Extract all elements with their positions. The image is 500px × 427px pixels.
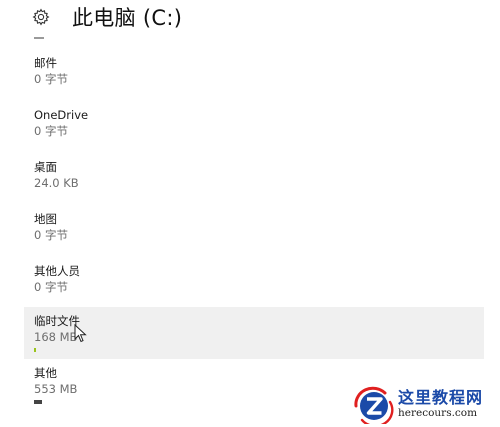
usage-bar	[34, 348, 234, 352]
item-size: 24.0 KB	[34, 176, 79, 190]
mouse-pointer-icon	[74, 324, 87, 343]
item-name: 其他人员	[34, 264, 80, 278]
item-size: 0 字节	[34, 228, 68, 242]
page-title: 此电脑 (C:)	[72, 6, 183, 30]
item-size: 0 字节	[34, 72, 68, 86]
item-name: OneDrive	[34, 108, 89, 122]
partial-usage-bar	[34, 37, 44, 39]
item-name: 临时文件	[34, 314, 80, 328]
watermark-url: herecours.com	[398, 406, 478, 419]
item-size: 168 MB	[34, 330, 78, 344]
item-size: 0 字节	[34, 280, 68, 294]
storage-item-onedrive[interactable]: OneDrive 0 字节	[24, 104, 484, 156]
usage-fill-other	[34, 400, 42, 404]
usage-bar	[34, 400, 234, 404]
storage-item-mail[interactable]: 邮件 0 字节	[24, 52, 484, 104]
storage-item-temp-files[interactable]: 临时文件 168 MB	[24, 307, 484, 359]
watermark-title: 这里教程网	[398, 387, 484, 407]
storage-page: 此电脑 (C:) 邮件 0 字节 OneDrive 0 字节 桌面 24.0 K…	[0, 0, 500, 427]
usage-fill-temp	[34, 348, 36, 352]
storage-item-other-people[interactable]: 其他人员 0 字节	[24, 260, 484, 312]
item-name: 桌面	[34, 160, 57, 174]
storage-item-desktop[interactable]: 桌面 24.0 KB	[24, 156, 484, 208]
page-header: 此电脑 (C:)	[32, 2, 182, 32]
gear-icon	[32, 8, 50, 26]
item-name: 地图	[34, 212, 57, 226]
watermark-logo-icon	[354, 386, 394, 424]
item-size: 0 字节	[34, 124, 68, 138]
item-name: 邮件	[34, 56, 57, 70]
item-name: 其他	[34, 366, 57, 380]
watermark: 这里教程网 herecours.com	[352, 384, 500, 424]
storage-item-maps[interactable]: 地图 0 字节	[24, 208, 484, 260]
